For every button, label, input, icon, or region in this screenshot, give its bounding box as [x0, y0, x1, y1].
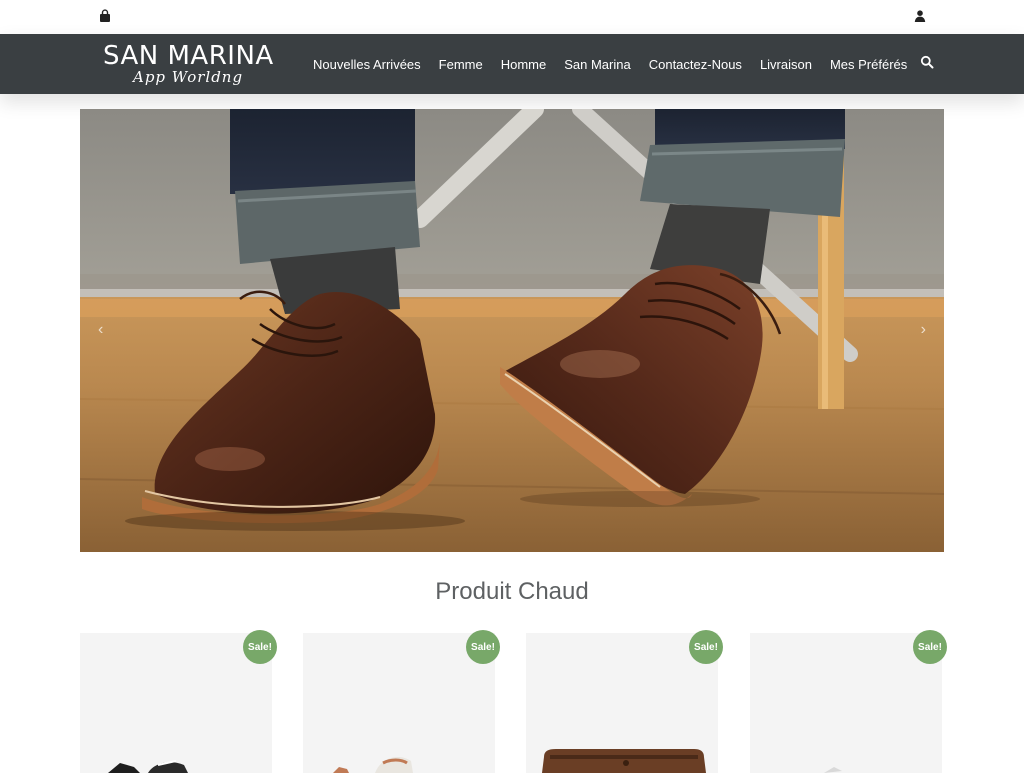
main-nav: Nouvelles Arrivées Femme Homme San Marin…	[304, 34, 916, 94]
slider-next-arrow[interactable]: ›	[921, 321, 926, 339]
shopping-bag-icon[interactable]	[98, 9, 112, 23]
hero-slider[interactable]: ‹ ›	[80, 109, 944, 552]
sale-badge: Sale!	[689, 630, 723, 664]
product-card[interactable]: Sale!	[303, 630, 500, 773]
product-card[interactable]: Sale!	[526, 630, 723, 773]
brand-logo[interactable]: SAN MARINA App Worldng	[103, 39, 273, 89]
main-navbar: SAN MARINA App Worldng Nouvelles Arrivée…	[0, 34, 1024, 94]
top-utility-bar	[0, 0, 1024, 34]
section-title: Produit Chaud	[435, 578, 589, 605]
sale-badge: Sale!	[466, 630, 500, 664]
brand-tagline: App Worldng	[133, 68, 244, 86]
product-card[interactable]: Sale!	[750, 630, 947, 773]
nav-mes-preferes[interactable]: Mes Préférés	[821, 57, 916, 72]
nav-contactez-nous[interactable]: Contactez-Nous	[640, 57, 751, 72]
product-image	[824, 767, 842, 773]
product-grid: Sale! Sale! Sale! Sale!	[80, 630, 947, 773]
brand-name: SAN MARINA	[103, 41, 274, 71]
sale-badge: Sale!	[913, 630, 947, 664]
nav-femme[interactable]: Femme	[430, 57, 492, 72]
nav-nouvelles-arrivees[interactable]: Nouvelles Arrivées	[304, 57, 430, 72]
nav-livraison[interactable]: Livraison	[751, 57, 821, 72]
product-card[interactable]: Sale!	[80, 630, 277, 773]
slider-prev-arrow[interactable]: ‹	[98, 321, 103, 339]
product-image	[333, 757, 413, 773]
nav-san-marina[interactable]: San Marina	[555, 57, 639, 72]
product-image	[542, 749, 706, 773]
product-image	[108, 760, 188, 773]
hero-image	[80, 109, 944, 552]
nav-homme[interactable]: Homme	[492, 57, 556, 72]
search-icon[interactable]	[920, 55, 934, 69]
user-icon[interactable]	[913, 9, 927, 23]
sale-badge: Sale!	[243, 630, 277, 664]
